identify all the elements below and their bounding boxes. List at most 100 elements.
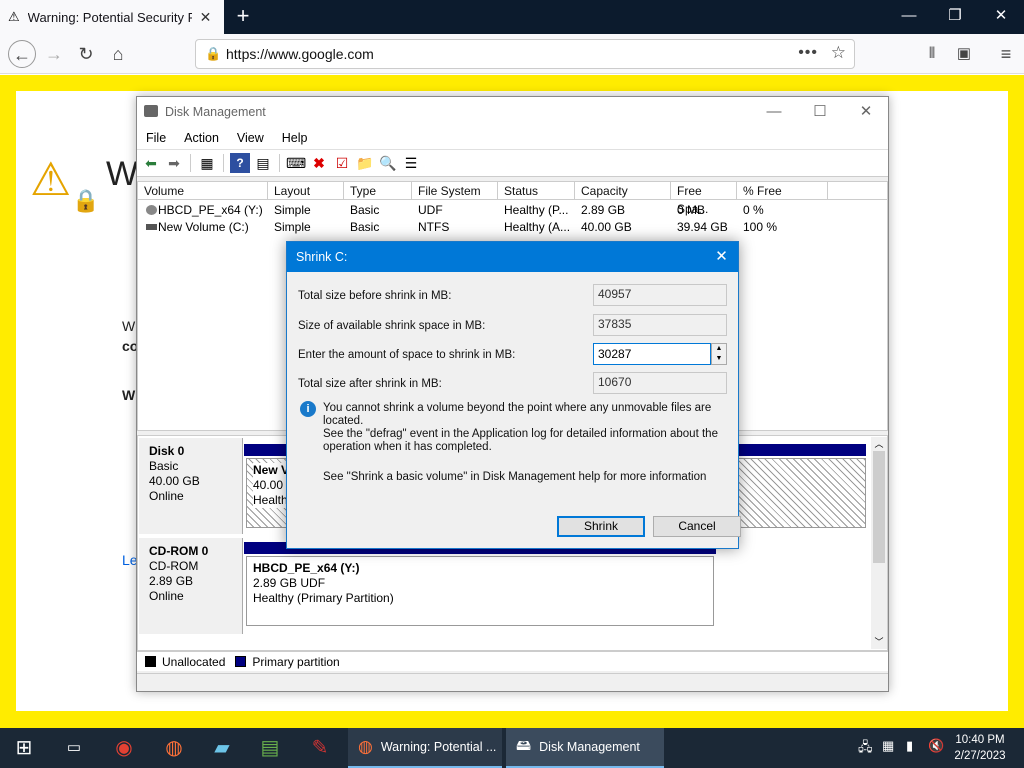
shrink-amount-input[interactable] xyxy=(593,343,711,365)
cdrom0-label[interactable]: CD-ROM 0 CD-ROM 2.89 GB Online xyxy=(139,538,243,634)
folder-up-icon[interactable]: 📁 xyxy=(355,153,375,173)
reload-button[interactable]: ↻ xyxy=(72,40,100,68)
restore-button[interactable]: ❐ xyxy=(932,0,978,34)
available-label: Size of available shrink space in MB: xyxy=(298,320,486,332)
back-arrow-icon[interactable]: ⬅ xyxy=(141,153,161,173)
url-bar[interactable]: 🔒 https://www.google.com ••• ☆ xyxy=(195,39,855,69)
scrollbar-thumb[interactable] xyxy=(873,451,885,563)
chrome-icon[interactable]: ◉ xyxy=(100,728,148,768)
connect-icon[interactable]: ⌨ xyxy=(286,153,306,173)
menu-view[interactable]: View xyxy=(228,131,273,145)
scroll-down-icon[interactable]: ﹀ xyxy=(871,635,887,649)
home-button[interactable]: ⌂ xyxy=(104,40,132,68)
disk-view-scrollbar[interactable]: ︿ ﹀ xyxy=(871,437,887,649)
col-percent-free[interactable]: % Free xyxy=(737,182,828,200)
col-free-space[interactable]: Free Spa... xyxy=(671,182,737,216)
legend-unallocated: Unallocated xyxy=(162,654,226,669)
cdrom0-partition-size: 2.89 GB UDF xyxy=(253,576,326,590)
scroll-up-icon[interactable]: ︿ xyxy=(871,437,887,451)
minimize-button[interactable]: — xyxy=(886,0,932,34)
col-type[interactable]: Type xyxy=(344,182,412,200)
shrink-button[interactable]: Shrink xyxy=(557,516,645,537)
back-button[interactable]: ← xyxy=(8,40,36,68)
volume-status: Healthy (A... xyxy=(504,220,571,234)
info-line: operation when it has completed. xyxy=(323,441,492,453)
help-text: See "Shrink a basic volume" in Disk Mana… xyxy=(323,471,707,483)
col-volume[interactable]: Volume xyxy=(138,182,268,200)
delete-icon[interactable]: ✖ xyxy=(309,153,329,173)
toolbar-separator xyxy=(223,154,224,172)
list-view-icon[interactable]: ☰ xyxy=(401,153,421,173)
info-message: You cannot shrink a volume beyond the po… xyxy=(323,402,733,454)
volume-name: HBCD_PE_x64 (Y:) xyxy=(158,203,263,217)
warning-icon: ⚠ xyxy=(8,9,20,24)
menu-action[interactable]: Action xyxy=(175,131,228,145)
table-row[interactable]: HBCD_PE_x64 (Y:) Simple Basic UDF Health… xyxy=(138,202,887,219)
dm-minimize-button[interactable]: — xyxy=(751,97,797,127)
clock-time: 10:40 PM xyxy=(955,734,1005,746)
disk0-state: Online xyxy=(149,489,184,503)
network-icon[interactable]: 🖧 xyxy=(858,738,873,760)
check-icon[interactable]: ☑ xyxy=(332,153,352,173)
dm-maximize-button[interactable]: ☐ xyxy=(797,97,843,127)
spin-down-icon[interactable]: ▼ xyxy=(712,354,726,364)
windows-start-icon[interactable]: ⊞ xyxy=(0,728,48,768)
spin-up-icon[interactable]: ▲ xyxy=(712,344,726,354)
display-icon[interactable]: ▦ xyxy=(882,738,894,754)
col-layout[interactable]: Layout xyxy=(268,182,344,200)
volume-type: Basic xyxy=(350,220,380,234)
cdrom0-partition-status: Healthy (Primary Partition) xyxy=(253,591,394,605)
search-folder-icon[interactable]: 🔍 xyxy=(378,153,398,173)
insecure-lock-icon[interactable]: 🔒 xyxy=(205,46,221,62)
legend: Unallocated Primary partition xyxy=(137,651,888,671)
tab-title: Warning: Potential Security Ris xyxy=(27,9,192,25)
cdrom0-partition[interactable]: HBCD_PE_x64 (Y:) 2.89 GB UDF Healthy (Pr… xyxy=(246,556,714,626)
new-tab-button[interactable]: + xyxy=(230,4,256,30)
browser-tab-bar: ⚠ Warning: Potential Security Ris ✕ + — … xyxy=(0,0,1024,34)
menu-file[interactable]: File xyxy=(137,131,175,145)
col-filesystem[interactable]: File System xyxy=(412,182,498,200)
close-tab-icon[interactable]: ✕ xyxy=(200,9,212,26)
cdrom0-name: CD-ROM 0 xyxy=(149,544,209,558)
security-warning-icon: ⚠ xyxy=(30,153,72,205)
clock[interactable]: 10:40 PM 2/27/2023 xyxy=(940,732,1020,764)
lock-icon: 🔒 xyxy=(72,188,100,213)
app-icon[interactable]: ▰ xyxy=(198,728,246,768)
cdrom0-state: Online xyxy=(149,589,184,603)
dialog-title: Shrink C: xyxy=(287,242,738,272)
col-capacity[interactable]: Capacity xyxy=(575,182,671,200)
dm-menu-bar: File Action View Help xyxy=(137,127,888,149)
library-icon[interactable]: ⫴ xyxy=(918,40,946,68)
cmd-icon[interactable]: ▭ xyxy=(50,728,98,768)
shrink-amount-label: Enter the amount of space to shrink in M… xyxy=(298,349,516,361)
table-row[interactable]: New Volume (C:) Simple Basic NTFS Health… xyxy=(138,219,887,236)
browser-tab[interactable]: ⚠ Warning: Potential Security Ris ✕ xyxy=(0,0,224,34)
firefox-icon[interactable]: ◍ xyxy=(150,728,198,768)
help-icon[interactable]: ? xyxy=(230,153,250,173)
menu-help[interactable]: Help xyxy=(273,131,317,145)
firefox-icon: ◍ xyxy=(358,737,373,756)
taskbar-firefox-window[interactable]: ◍ Warning: Potential ... xyxy=(348,728,502,768)
forward-button[interactable]: → xyxy=(40,40,68,68)
menu-icon[interactable]: ≡ xyxy=(992,40,1020,68)
unallocated-swatch xyxy=(145,656,156,667)
bookmark-star-icon[interactable]: ☆ xyxy=(831,43,846,63)
shrink-amount-spinner[interactable]: ▲ ▼ xyxy=(711,343,727,365)
dialog-close-button[interactable]: ✕ xyxy=(705,242,738,272)
dm-close-button[interactable]: ✕ xyxy=(843,97,889,127)
page-actions-icon[interactable]: ••• xyxy=(798,44,818,62)
show-hide-tree-icon[interactable]: ▦ xyxy=(197,153,217,173)
cancel-button[interactable]: Cancel xyxy=(653,516,741,537)
sidebar-icon[interactable]: ▣ xyxy=(950,40,978,68)
col-status[interactable]: Status xyxy=(498,182,575,200)
taskbar-dm-window[interactable]: 🖴 Disk Management xyxy=(506,728,664,768)
close-window-button[interactable]: ✕ xyxy=(978,0,1024,34)
usb-icon[interactable]: ▮ xyxy=(906,738,913,754)
error-subheading: W xyxy=(122,387,136,403)
notepad-icon[interactable]: ▤ xyxy=(246,728,294,768)
total-after-field: 10670 xyxy=(593,372,727,394)
disk0-label[interactable]: Disk 0 Basic 40.00 GB Online xyxy=(139,438,243,534)
forward-arrow-icon[interactable]: ➡ xyxy=(164,153,184,173)
properties-icon[interactable]: ▤ xyxy=(253,153,273,173)
tool-icon[interactable]: ✎ xyxy=(296,728,344,768)
